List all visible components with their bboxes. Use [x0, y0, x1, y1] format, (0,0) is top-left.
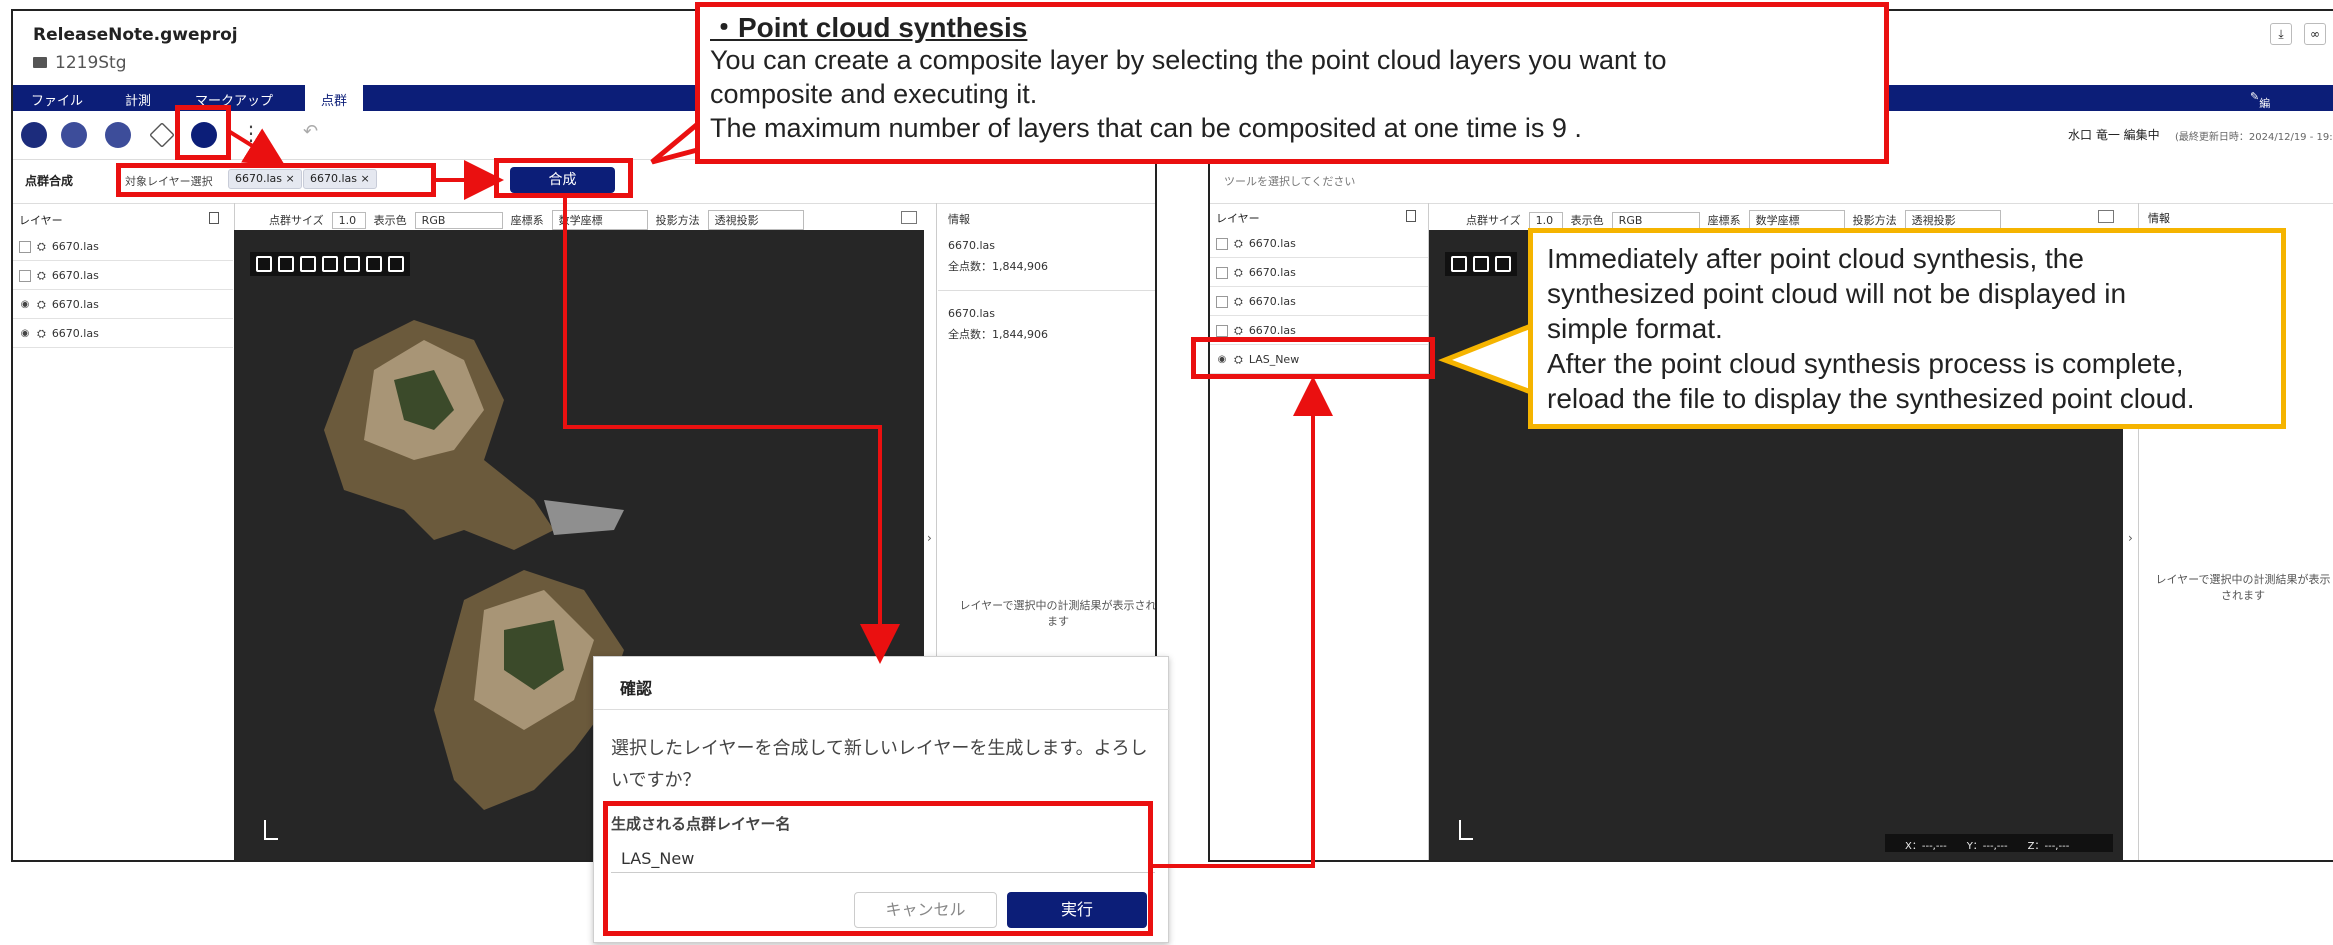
- callout-line: Immediately after point cloud synthesis,…: [1547, 243, 2084, 274]
- callout-right-tail: [1438, 323, 1532, 395]
- callout-line: After the point cloud synthesis process …: [1547, 348, 2184, 379]
- callout-reload-note: Immediately after point cloud synthesis,…: [1528, 228, 2286, 429]
- callout-line: reload the file to display the synthesiz…: [1547, 383, 2195, 414]
- callout-line: simple format.: [1547, 313, 1723, 344]
- callout-line: synthesized point cloud will not be disp…: [1547, 278, 2127, 309]
